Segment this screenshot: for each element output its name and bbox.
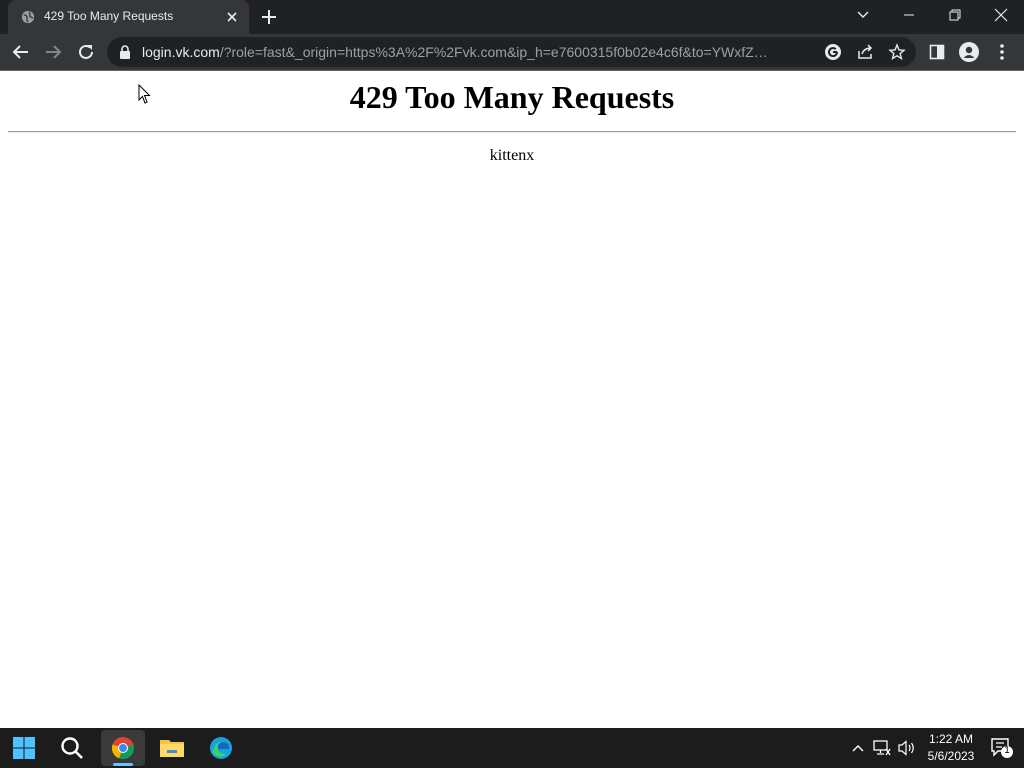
forward-button[interactable] (40, 39, 66, 65)
menu-button[interactable] (989, 39, 1015, 65)
taskbar-edge[interactable] (199, 730, 243, 766)
side-panel-icon (929, 44, 945, 60)
divider (8, 131, 1016, 133)
volume-icon (898, 740, 914, 756)
chrome-icon (111, 737, 134, 760)
windows-logo-icon (13, 737, 35, 759)
google-lens-button[interactable] (824, 43, 842, 61)
share-button[interactable] (856, 43, 874, 61)
url-host: login.vk.com (142, 44, 220, 60)
clock-time: 1:22 AM (928, 732, 974, 746)
close-icon (994, 8, 1008, 22)
show-hidden-icons[interactable] (848, 738, 868, 758)
minimize-icon (904, 14, 914, 16)
share-icon (858, 44, 873, 59)
tab-title: 429 Too Many Requests (44, 9, 174, 23)
restore-icon (949, 9, 961, 21)
close-window-button[interactable] (978, 0, 1024, 30)
star-icon (888, 43, 906, 60)
reload-icon (79, 44, 93, 59)
url-path: /?role=fast&_origin=https%3A%2F%2Fvk.com… (219, 44, 779, 60)
profile-icon (959, 42, 979, 62)
chevron-up-icon (852, 745, 864, 752)
chevron-down-icon (857, 11, 869, 18)
page-title: 429 Too Many Requests (349, 79, 675, 115)
browser-tab[interactable]: 429 Too Many Requests (8, 0, 249, 34)
bookmark-button[interactable] (888, 43, 906, 61)
browser-toolbar: login.vk.com/?role=fast&_origin=https%3A… (0, 34, 1024, 71)
reload-button[interactable] (73, 39, 99, 65)
search-button[interactable] (50, 730, 94, 766)
search-icon (61, 737, 83, 759)
folder-icon (160, 740, 184, 757)
forward-arrow-icon (46, 45, 62, 59)
google-icon (825, 44, 841, 60)
server-name: kittenx (489, 147, 535, 164)
volume-control[interactable] (897, 738, 917, 758)
start-button[interactable] (2, 730, 46, 766)
globe-icon (21, 10, 35, 24)
new-tab-icon[interactable] (259, 7, 279, 27)
minimize-button[interactable] (886, 0, 932, 30)
notification-icon (991, 738, 1013, 758)
network-status[interactable] (872, 738, 892, 758)
edge-icon (210, 737, 232, 759)
page-content: 429 Too Many Requests kittenx (0, 71, 1024, 728)
profile-button[interactable] (956, 39, 982, 65)
url-text[interactable]: login.vk.com/?role=fast&_origin=https%3A… (142, 44, 779, 60)
back-button[interactable] (8, 39, 34, 65)
taskbar-clock[interactable]: 1:22 AM 5/6/2023 (918, 731, 984, 765)
clock-date: 5/6/2023 (927, 749, 975, 763)
windows-taskbar: 1:22 AM 5/6/2023 1 (0, 728, 1024, 768)
address-bar[interactable]: login.vk.com/?role=fast&_origin=https%3A… (107, 37, 916, 67)
tab-search-button[interactable] (840, 0, 886, 30)
side-panel-button[interactable] (924, 39, 950, 65)
taskbar-chrome[interactable] (101, 730, 145, 766)
taskbar-file-explorer[interactable] (150, 730, 194, 766)
lock-icon[interactable] (119, 45, 131, 59)
network-icon (873, 740, 891, 756)
notification-center[interactable]: 1 (990, 737, 1014, 759)
notification-count: 1 (1004, 745, 1010, 756)
tab-strip: 429 Too Many Requests (0, 0, 1024, 34)
close-tab-icon[interactable] (224, 9, 240, 25)
more-vert-icon (1000, 44, 1004, 60)
restore-button[interactable] (932, 0, 978, 30)
back-arrow-icon (12, 45, 28, 59)
mouse-cursor-icon (138, 84, 151, 104)
